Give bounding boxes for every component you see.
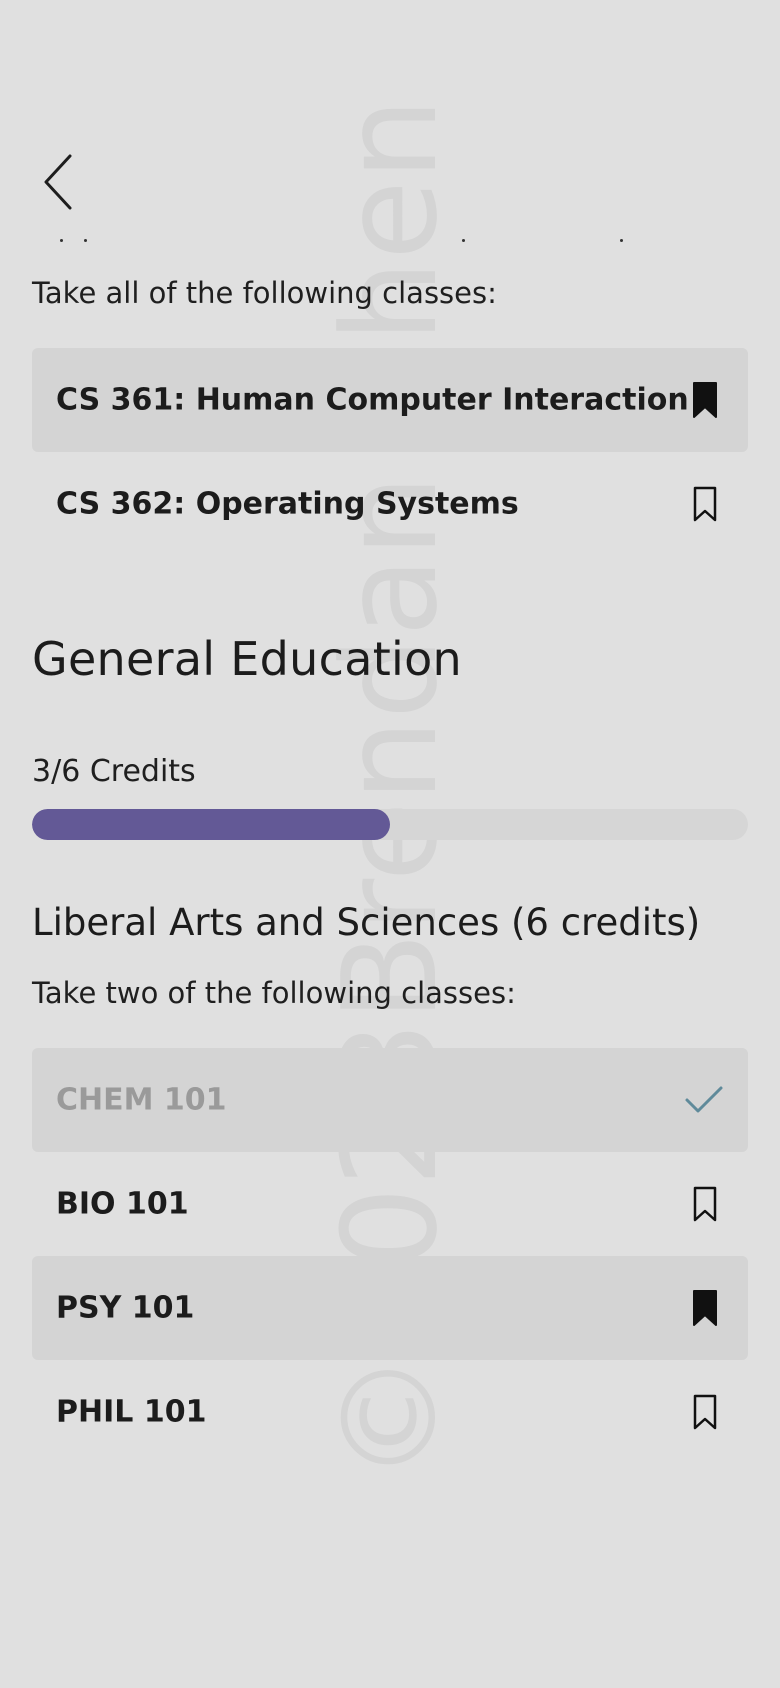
course-label: CS 362: Operating Systems	[56, 486, 519, 522]
chevron-left-icon	[44, 154, 72, 210]
checkmark-icon	[685, 1086, 723, 1113]
course-row-psy101[interactable]: PSY 101	[32, 1256, 748, 1360]
credits-label: 3/6 Credits	[32, 754, 196, 789]
course-label: CS 361: Human Computer Interaction	[56, 382, 689, 418]
course-row-chem101[interactable]: CHEM 101	[32, 1048, 748, 1152]
course-label: PHIL 101	[56, 1394, 207, 1430]
bookmark-filled-icon[interactable]	[692, 1289, 718, 1327]
course-row-cs361[interactable]: CS 361: Human Computer Interaction	[32, 348, 748, 452]
credits-progress-fill	[32, 809, 390, 840]
bookmark-filled-icon[interactable]	[692, 381, 718, 419]
course-row-bio101[interactable]: BIO 101	[32, 1152, 748, 1256]
gen-ed-instruction: Take two of the following classes:	[32, 976, 516, 1010]
section-title-general-education: General Education	[32, 632, 463, 686]
clipped-text-fragment	[32, 230, 752, 246]
course-row-phil101[interactable]: PHIL 101	[32, 1360, 748, 1464]
course-row-cs362[interactable]: CS 362: Operating Systems	[32, 452, 748, 556]
bookmark-outline-icon[interactable]	[692, 1393, 718, 1431]
course-label: BIO 101	[56, 1186, 189, 1222]
bookmark-outline-icon[interactable]	[692, 485, 718, 523]
back-button[interactable]	[40, 150, 80, 214]
subsection-title-liberal-arts: Liberal Arts and Sciences (6 credits)	[32, 901, 701, 944]
bookmark-outline-icon[interactable]	[692, 1185, 718, 1223]
credits-progress-bar	[32, 809, 748, 840]
major-instruction: Take all of the following classes:	[32, 276, 497, 310]
course-label: PSY 101	[56, 1290, 195, 1326]
course-label: CHEM 101	[56, 1082, 227, 1118]
